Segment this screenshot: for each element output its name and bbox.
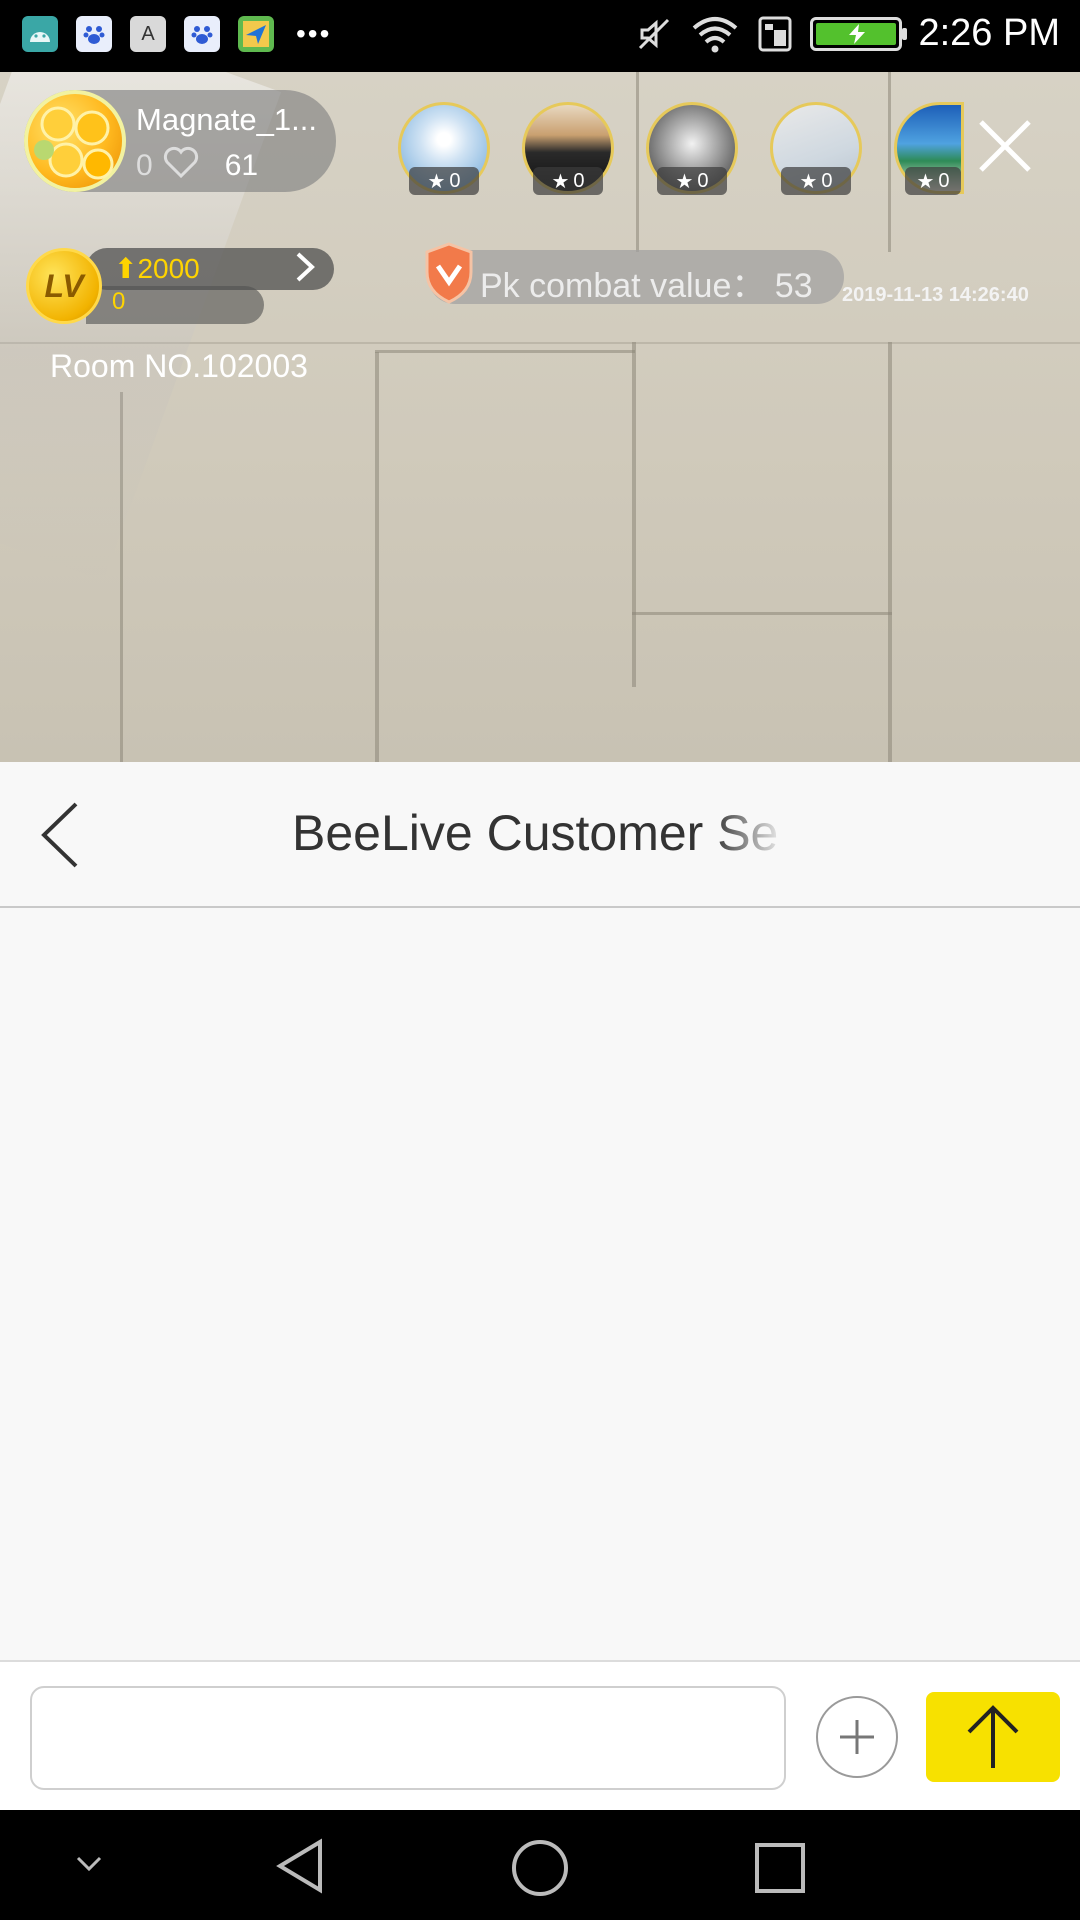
recents-square-icon[interactable] xyxy=(754,1842,806,1894)
navigation-bar xyxy=(0,1810,1080,1920)
wall-tile-line xyxy=(632,612,892,615)
viewer-count: 61 xyxy=(224,149,259,182)
wall-tile-line xyxy=(375,352,379,762)
close-icon[interactable] xyxy=(975,116,1035,176)
message-input[interactable] xyxy=(30,1686,786,1790)
status-bar: A ••• 2:26 PM xyxy=(0,0,1080,72)
viewer-avatar[interactable]: ★ 0 xyxy=(770,102,862,195)
wall-tile-line xyxy=(375,350,635,353)
host-stats: 0 61 xyxy=(136,146,258,186)
sheet-header: BeeLive Customer Se xyxy=(0,762,1080,908)
maps-icon xyxy=(238,16,274,52)
viewer-badge: ★ 0 xyxy=(533,167,603,195)
mute-icon xyxy=(639,18,670,49)
viewer-avatar[interactable]: ★ 0 xyxy=(646,102,738,195)
live-stream-view[interactable]: Magnate_1... 0 61 ★ 0 ★ 0 ★ 0 ★ 0 ★ 0 LV… xyxy=(0,72,1080,762)
viewer-avatar[interactable]: ★ 0 xyxy=(522,102,614,195)
back-chevron-icon[interactable] xyxy=(36,800,86,870)
star-icon: ★ xyxy=(551,170,570,193)
star-icon: ★ xyxy=(799,170,818,193)
viewer-avatar[interactable]: ★ 0 xyxy=(398,102,490,195)
sim-card-icon xyxy=(758,16,792,51)
home-circle-icon[interactable] xyxy=(510,1838,570,1898)
viewer-badge: ★ 0 xyxy=(409,167,479,195)
level-progress[interactable]: LV ⬆2000 0 xyxy=(26,248,336,324)
viewer-badge: ★ 0 xyxy=(781,167,851,195)
viewer-badge-count: 0 xyxy=(821,169,833,192)
android-icon xyxy=(22,16,58,52)
arrow-up-icon: ⬆ xyxy=(114,253,138,284)
composer-bar xyxy=(0,1660,1080,1812)
viewer-avatar-list[interactable]: ★ 0 ★ 0 ★ 0 ★ 0 ★ 0 xyxy=(398,102,964,195)
send-button[interactable] xyxy=(926,1692,1060,1782)
viewer-badge: ★ 0 xyxy=(657,167,727,195)
message-list[interactable] xyxy=(0,908,1080,1660)
viewer-badge-count: 0 xyxy=(573,169,585,192)
baidu-icon xyxy=(184,16,220,52)
star-icon: ★ xyxy=(675,170,694,193)
room-number: Room NO.102003 xyxy=(50,348,308,384)
level-up-value: ⬆2000 xyxy=(114,252,200,285)
pk-combat-value: Pk combat value： 53 xyxy=(480,267,813,305)
star-icon: ★ xyxy=(916,170,935,193)
customer-service-sheet: BeeLive Customer Se xyxy=(0,762,1080,1812)
likes-zero: 0 xyxy=(136,149,153,182)
level-coin-icon: LV xyxy=(26,248,102,324)
star-icon: ★ xyxy=(427,170,446,193)
pk-shield-icon xyxy=(425,242,473,304)
notification-icons: A ••• xyxy=(22,16,331,52)
chat-title: BeeLive Customer Se xyxy=(292,805,779,861)
viewer-badge-count: 0 xyxy=(697,169,709,192)
wifi-icon xyxy=(693,16,738,52)
host-avatar[interactable] xyxy=(24,90,126,192)
chevron-right-icon[interactable] xyxy=(292,250,318,292)
baidu-icon xyxy=(76,16,112,52)
attach-button[interactable] xyxy=(816,1696,898,1778)
heart-icon xyxy=(163,146,199,186)
battery-icon xyxy=(810,16,908,51)
clock: 2:26 PM xyxy=(918,12,1060,54)
stream-timestamp: 2019-11-13 14:26:40 xyxy=(842,284,1029,306)
host-name: Magnate_1... xyxy=(136,102,317,137)
level-sub-value: 0 xyxy=(112,288,126,315)
wall-tile-line xyxy=(632,342,636,687)
system-icons: 2:26 PM xyxy=(634,12,1060,55)
down-chevron-icon[interactable] xyxy=(74,1854,104,1874)
viewer-badge-count: 0 xyxy=(938,169,950,192)
viewer-badge-count: 0 xyxy=(449,169,461,192)
host-info[interactable]: Magnate_1... 0 61 xyxy=(24,90,336,192)
viewer-badge: ★ 0 xyxy=(905,167,961,195)
viewer-avatar[interactable]: ★ 0 xyxy=(894,102,964,195)
level-up-number: 2000 xyxy=(137,253,200,284)
back-triangle-icon[interactable] xyxy=(272,1838,328,1894)
arrow-up-icon xyxy=(967,1705,1019,1768)
font-a-icon: A xyxy=(130,16,166,52)
plus-icon xyxy=(840,1720,874,1754)
more-notifications-icon: ••• xyxy=(296,18,332,49)
wall-tile-line xyxy=(888,342,892,762)
